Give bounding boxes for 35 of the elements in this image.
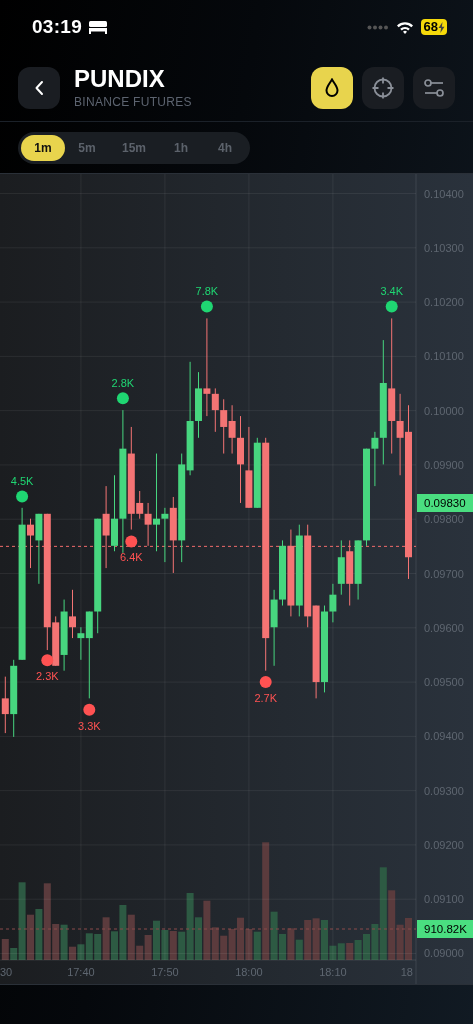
signal-label: 2.3K — [36, 670, 59, 683]
signal-label: 2.8K — [111, 377, 135, 390]
back-button[interactable] — [18, 66, 60, 109]
time-axis-label: 18:00 — [235, 966, 263, 978]
signal-label: 4.5K — [10, 475, 34, 488]
signal-label: 6.4K — [120, 551, 143, 564]
exchange-subtitle: BINANCE FUTURES — [74, 95, 193, 109]
crosshair-button[interactable] — [362, 66, 404, 109]
crosshair-icon — [371, 75, 395, 100]
volume-tag: 910.82K — [417, 920, 473, 938]
signal-label: 3.3K — [78, 719, 101, 732]
timeframe-tab[interactable]: 1h — [159, 135, 204, 161]
signal-label: 3.4K — [380, 285, 403, 298]
back-icon — [34, 79, 44, 96]
time-axis-label: 30 — [0, 966, 13, 978]
signal-label: 7.8K — [195, 285, 219, 298]
timeframe-tab[interactable]: 4h — [203, 135, 248, 161]
clock-time: 03:19 — [32, 16, 83, 38]
wifi-icon — [395, 20, 414, 34]
cellular-signal-icon — [366, 24, 389, 30]
time-axis-label: 17:50 — [151, 966, 179, 978]
coin-title: PUNDIX — [74, 66, 166, 92]
price-tag: 0.09830 — [417, 493, 473, 512]
drop-icon — [324, 77, 340, 98]
timeframe-tab[interactable]: 1m — [21, 135, 65, 161]
battery-indicator: 68 — [420, 19, 447, 35]
bed-icon — [88, 20, 109, 34]
signal-label: 2.7K — [254, 692, 277, 705]
time-axis-label: 17:40 — [67, 966, 95, 978]
drop-button[interactable] — [311, 66, 353, 109]
timeframe-tab[interactable]: 5m — [65, 135, 109, 161]
settings-button[interactable] — [413, 66, 455, 109]
settings-icon — [423, 77, 445, 98]
timeframe-tab[interactable]: 15m — [109, 135, 160, 161]
time-axis-label: 18:10 — [319, 966, 347, 978]
